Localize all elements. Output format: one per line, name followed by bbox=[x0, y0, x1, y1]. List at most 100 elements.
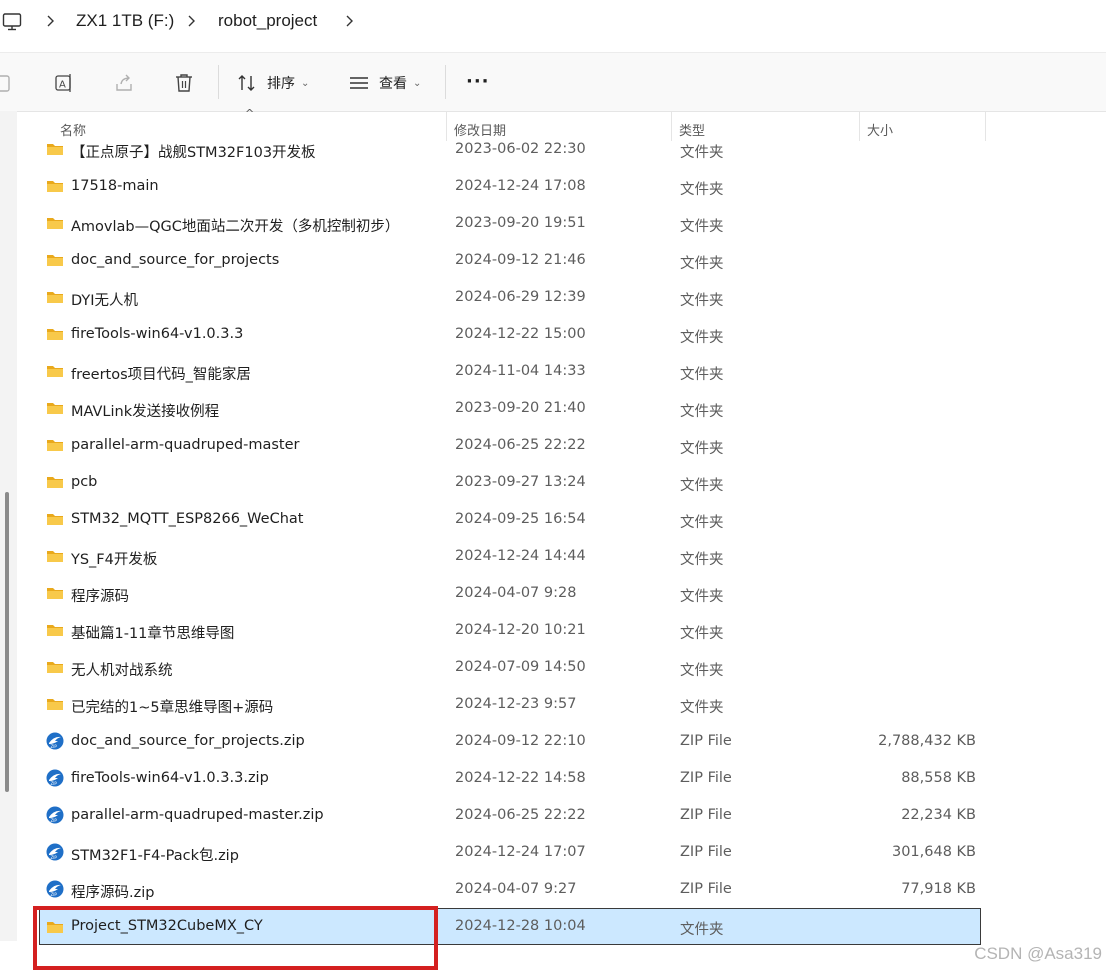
table-row[interactable]: 无人机对战系统 2024-07-09 14:50 文件夹 bbox=[40, 649, 980, 686]
svg-text:ZIP: ZIP bbox=[51, 818, 58, 823]
chevron-down-icon: ⌄ bbox=[301, 77, 310, 89]
address-bar[interactable]: ZX1 1TB (F:) robot_project bbox=[0, 0, 1106, 44]
file-name: parallel-arm-quadruped-master.zip bbox=[71, 807, 324, 823]
file-type: 文件夹 bbox=[680, 330, 724, 346]
table-row[interactable]: fireTools-win64-v1.0.3.3 2024-12-22 15:00… bbox=[40, 316, 980, 353]
file-type: 文件夹 bbox=[680, 700, 724, 716]
file-date: 2024-12-24 17:08 bbox=[455, 178, 586, 194]
table-row[interactable]: ZIP doc_and_source_for_projects.zip 2024-0… bbox=[40, 723, 980, 760]
table-row[interactable]: pcb 2023-09-27 13:24 文件夹 bbox=[40, 464, 980, 501]
table-row[interactable]: DYI无人机 2024-06-29 12:39 文件夹 bbox=[40, 279, 980, 316]
view-button[interactable]: 查看 ⌄ bbox=[348, 70, 421, 96]
file-size: 77,918 KB bbox=[901, 881, 976, 897]
folder-icon bbox=[47, 514, 63, 525]
file-name: Amovlab—QGC地面站二次开发（多机控制初步） bbox=[71, 219, 400, 235]
file-date: 2024-06-25 22:22 bbox=[455, 437, 586, 453]
table-row[interactable]: parallel-arm-quadruped-master 2024-06-25 … bbox=[40, 427, 980, 464]
file-date: 2024-12-24 17:07 bbox=[455, 844, 586, 860]
folder-icon bbox=[47, 551, 63, 562]
file-name: 无人机对战系统 bbox=[71, 663, 173, 679]
sort-button[interactable]: 排序 ⌄ bbox=[236, 70, 309, 96]
chevron-right-icon[interactable] bbox=[344, 14, 354, 28]
share-icon[interactable] bbox=[113, 72, 135, 94]
file-date: 2024-04-07 9:27 bbox=[455, 881, 577, 897]
file-date: 2024-12-28 10:04 bbox=[455, 918, 586, 934]
file-date: 2024-12-24 14:44 bbox=[455, 548, 586, 564]
file-size: 88,558 KB bbox=[901, 770, 976, 786]
rename-icon[interactable]: A bbox=[53, 72, 75, 94]
file-date: 2023-09-20 19:51 bbox=[455, 215, 586, 231]
file-size: 301,648 KB bbox=[891, 844, 976, 860]
file-date: 2024-06-25 22:22 bbox=[455, 807, 586, 823]
table-row[interactable]: freertos项目代码_智能家居 2024-11-04 14:33 文件夹 bbox=[40, 353, 980, 390]
file-type: 文件夹 bbox=[680, 293, 724, 309]
copy-icon[interactable] bbox=[0, 72, 14, 94]
file-type: 文件夹 bbox=[680, 552, 724, 568]
table-row[interactable]: STM32_MQTT_ESP8266_WeChat 2024-09-25 16:5… bbox=[40, 501, 980, 538]
sort-label: 排序 bbox=[267, 76, 295, 92]
table-row[interactable]: ZIP fireTools-win64-v1.0.3.3.zip 2024-12-2… bbox=[40, 760, 980, 797]
file-date: 2024-09-12 21:46 bbox=[455, 252, 586, 268]
svg-text:ZIP: ZIP bbox=[51, 892, 58, 897]
folder-icon bbox=[47, 181, 63, 192]
zip-icon: ZIP bbox=[46, 806, 64, 824]
file-name: doc_and_source_for_projects.zip bbox=[71, 733, 305, 749]
file-date: 2024-12-23 9:57 bbox=[455, 696, 577, 712]
table-row[interactable]: 17518-main 2024-12-24 17:08 文件夹 bbox=[40, 168, 980, 205]
chevron-right-icon[interactable] bbox=[45, 14, 55, 28]
view-label: 查看 bbox=[379, 76, 407, 92]
folder-icon bbox=[47, 403, 63, 414]
breadcrumb-folder[interactable]: robot_project bbox=[218, 11, 317, 31]
file-type: 文件夹 bbox=[680, 922, 724, 938]
zip-icon: ZIP bbox=[46, 880, 64, 898]
file-type: 文件夹 bbox=[680, 145, 724, 161]
file-name: pcb bbox=[71, 474, 98, 490]
file-list: 【正点原子】战舰STM32F103开发板 2023-06-02 22:30 文件夹 1… bbox=[0, 131, 1106, 961]
file-name: Project_STM32CubeMX_CY bbox=[71, 918, 263, 934]
file-date: 2023-09-20 21:40 bbox=[455, 400, 586, 416]
file-name: 已完结的1~5章思维导图+源码 bbox=[71, 700, 274, 716]
file-name: MAVLink发送接收例程 bbox=[71, 404, 220, 420]
folder-icon bbox=[47, 218, 63, 229]
file-type: 文件夹 bbox=[680, 626, 724, 642]
toolbar-divider bbox=[218, 65, 219, 99]
table-row[interactable]: 已完结的1~5章思维导图+源码 2024-12-23 9:57 文件夹 bbox=[40, 686, 980, 723]
table-row[interactable]: 【正点原子】战舰STM32F103开发板 2023-06-02 22:30 文件夹 bbox=[40, 131, 980, 168]
file-name: 【正点原子】战舰STM32F103开发板 bbox=[71, 145, 316, 161]
file-type: 文件夹 bbox=[680, 663, 724, 679]
computer-icon[interactable] bbox=[2, 12, 22, 32]
file-name: doc_and_source_for_projects bbox=[71, 252, 280, 268]
table-row[interactable]: 程序源码 2024-04-07 9:28 文件夹 bbox=[40, 575, 980, 612]
chevron-right-icon[interactable] bbox=[186, 14, 196, 28]
folder-icon bbox=[47, 699, 63, 710]
table-row[interactable]: doc_and_source_for_projects 2024-09-12 21… bbox=[40, 242, 980, 279]
svg-text:ZIP: ZIP bbox=[51, 855, 58, 860]
table-row[interactable]: 基础篇1-11章节思维导图 2024-12-20 10:21 文件夹 bbox=[40, 612, 980, 649]
file-name: YS_F4开发板 bbox=[71, 552, 158, 568]
folder-icon bbox=[47, 366, 63, 377]
file-type: 文件夹 bbox=[680, 182, 724, 198]
toolbar-divider bbox=[445, 65, 446, 99]
table-row[interactable]: Amovlab—QGC地面站二次开发（多机控制初步） 2023-09-20 19:… bbox=[40, 205, 980, 242]
file-type: 文件夹 bbox=[680, 515, 724, 531]
table-row[interactable]: MAVLink发送接收例程 2023-09-20 21:40 文件夹 bbox=[40, 390, 980, 427]
sort-icon bbox=[238, 75, 255, 91]
svg-text:ZIP: ZIP bbox=[51, 781, 58, 786]
table-row[interactable]: YS_F4开发板 2024-12-24 14:44 文件夹 bbox=[40, 538, 980, 575]
file-date: 2024-06-29 12:39 bbox=[455, 289, 586, 305]
file-type: 文件夹 bbox=[680, 256, 724, 272]
file-type: ZIP File bbox=[680, 807, 732, 823]
file-name: STM32_MQTT_ESP8266_WeChat bbox=[71, 511, 304, 527]
delete-icon[interactable] bbox=[173, 72, 195, 94]
file-name: fireTools-win64-v1.0.3.3 bbox=[71, 326, 244, 342]
more-options-button[interactable]: ··· bbox=[466, 71, 490, 92]
table-row[interactable]: ZIP 程序源码.zip 2024-04-07 9:27 ZIP File 77,918… bbox=[40, 871, 980, 908]
table-row-selected[interactable]: Project_STM32CubeMX_CY 2024-12-28 10:04 文件… bbox=[39, 908, 981, 945]
file-date: 2024-09-25 16:54 bbox=[455, 511, 586, 527]
folder-icon bbox=[47, 477, 63, 488]
svg-text:ZIP: ZIP bbox=[51, 744, 58, 749]
table-row[interactable]: ZIP parallel-arm-quadruped-master.zip 2024… bbox=[40, 797, 980, 834]
zip-icon: ZIP bbox=[46, 769, 64, 787]
breadcrumb-drive[interactable]: ZX1 1TB (F:) bbox=[76, 11, 174, 31]
table-row[interactable]: ZIP STM32F1-F4-Pack包.zip 2024-12-24 17:07 Z… bbox=[40, 834, 980, 871]
